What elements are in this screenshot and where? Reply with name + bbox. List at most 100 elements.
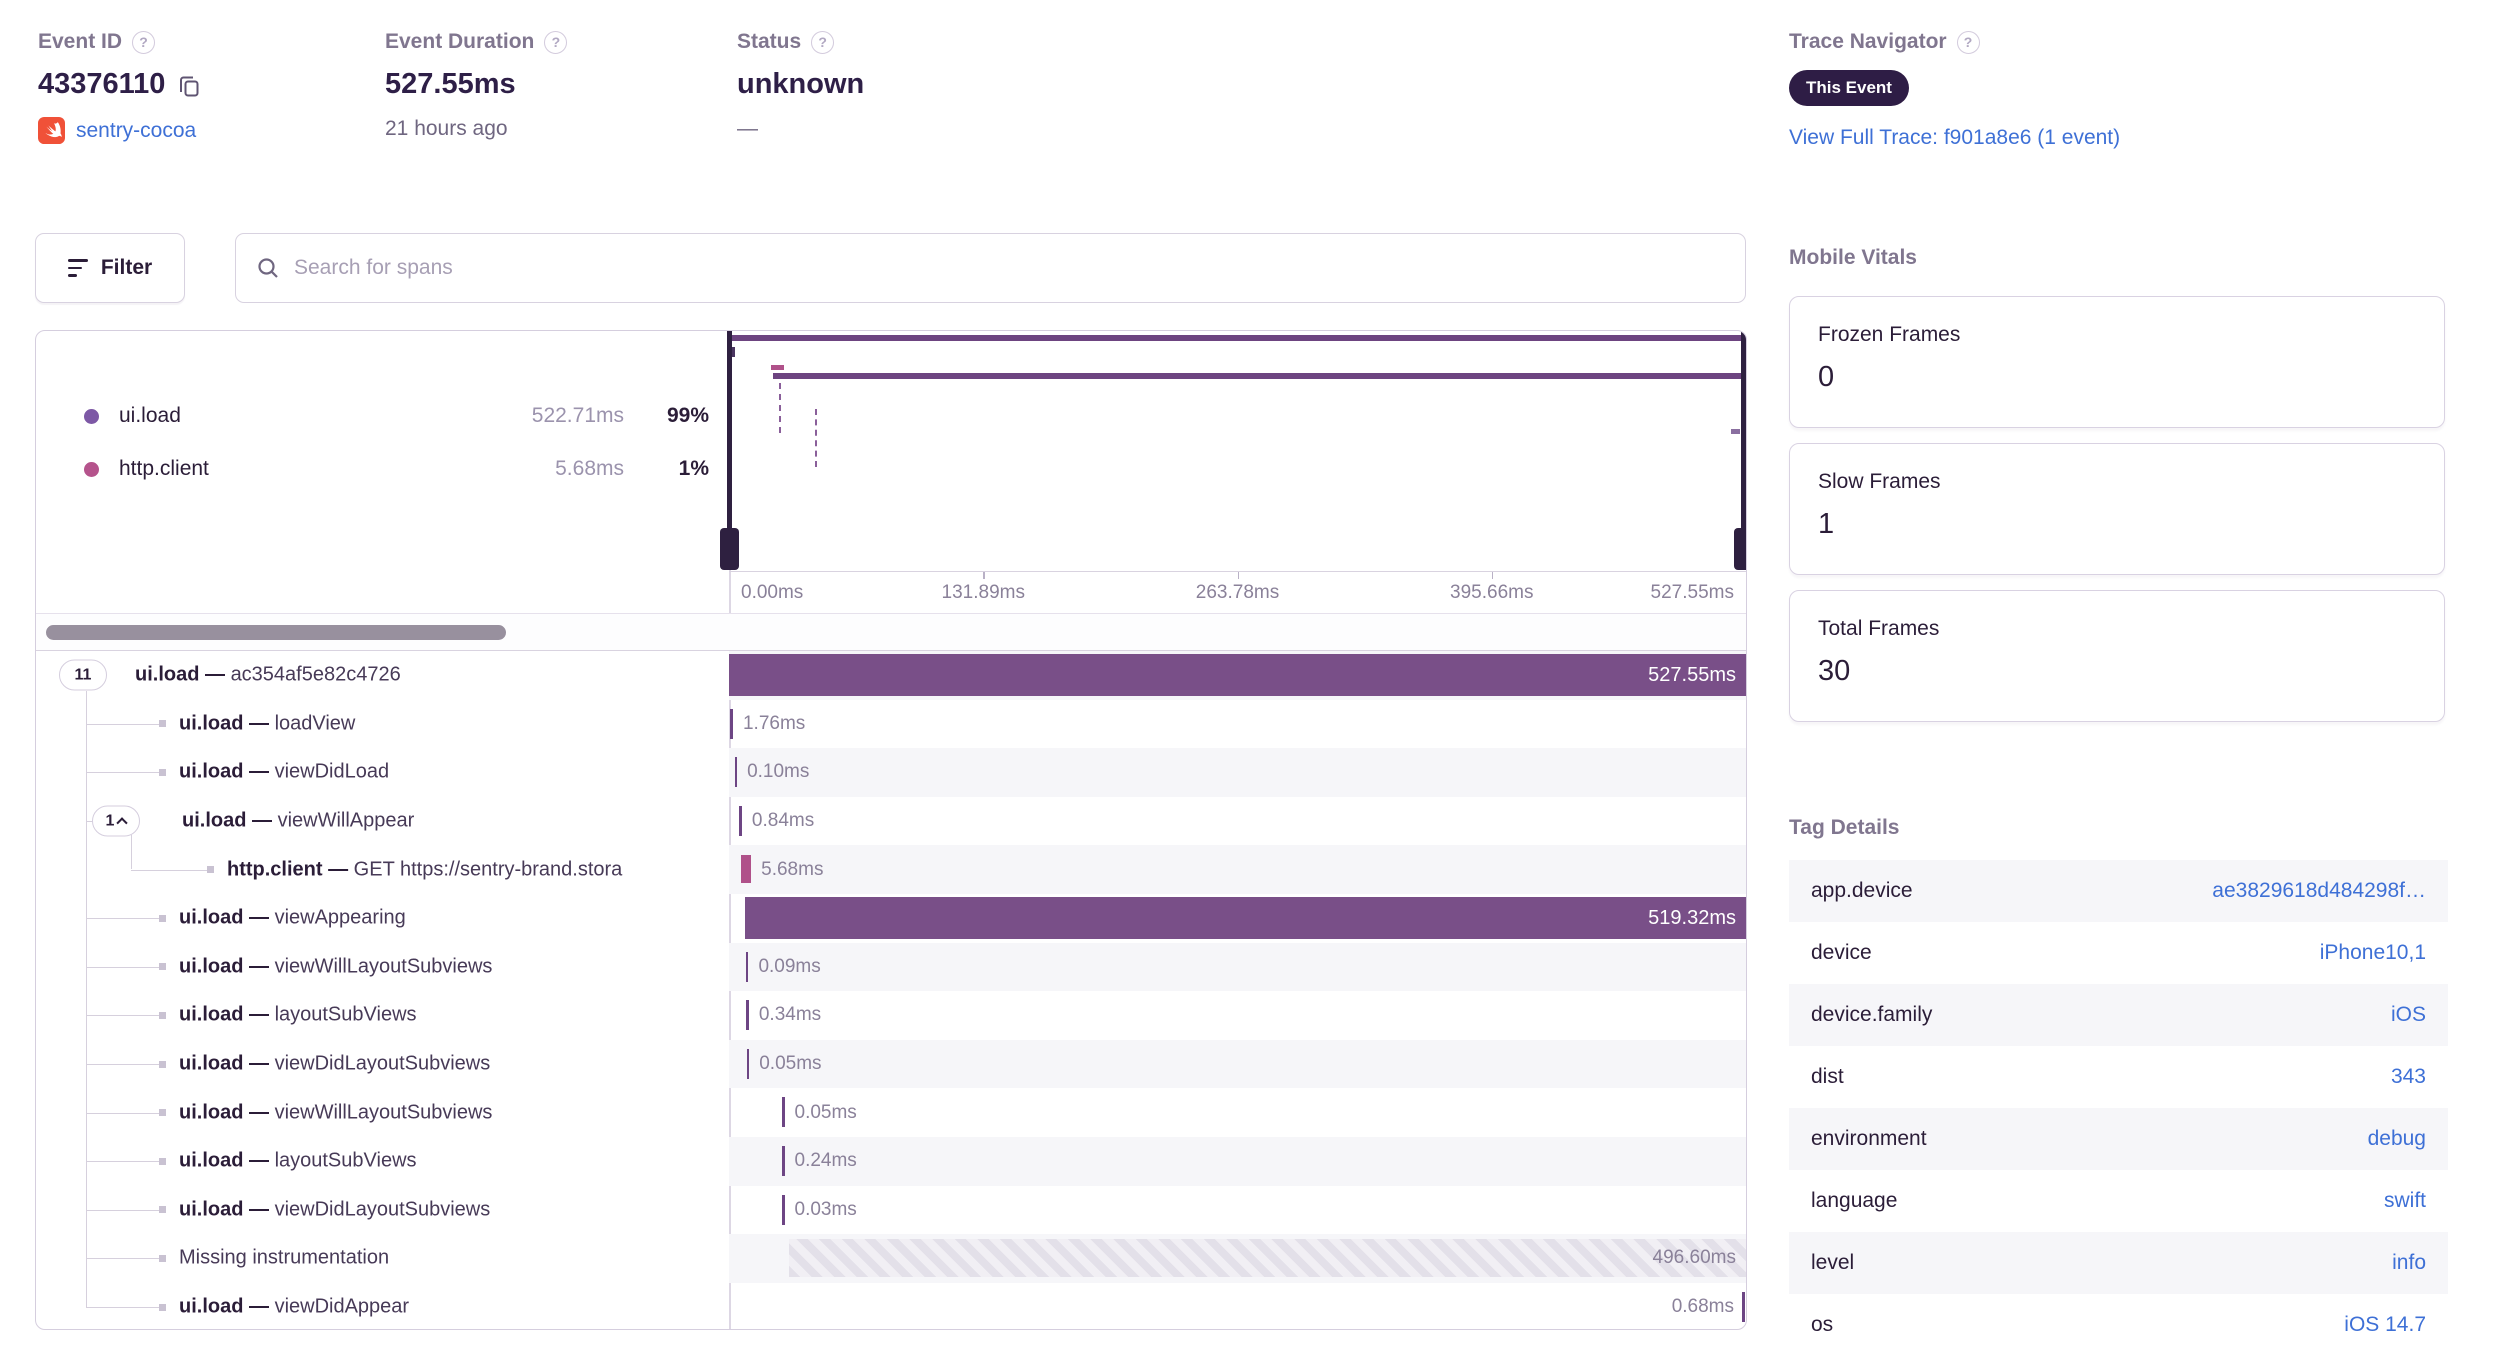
project-link[interactable]: sentry-cocoa — [76, 119, 196, 143]
tree-bullet — [159, 914, 166, 922]
time-axis: 0.00ms 131.89ms 263.78ms 395.66ms 527.55ms — [729, 571, 1746, 613]
help-icon[interactable]: ? — [544, 30, 568, 54]
span-row[interactable]: ui.load — viewWillLayoutSubviews 0.09ms — [36, 942, 1746, 992]
help-icon[interactable]: ? — [1956, 30, 1980, 54]
minimap-left-handle[interactable] — [720, 528, 739, 570]
tag-details-heading: Tag Details — [1789, 816, 1900, 839]
tree-connector — [86, 1209, 161, 1211]
span-duration-label: 0.09ms — [758, 955, 821, 977]
tag-value-link[interactable]: ae3829618d484298f… — [2212, 879, 2426, 903]
status-label: Status — [737, 30, 802, 53]
legend-row-ui.load: ui.load 522.71ms 99% — [84, 401, 709, 431]
minimap[interactable] — [720, 331, 1746, 571]
span-count-pill[interactable]: 1 — [92, 805, 140, 837]
horizontal-scroll-track[interactable] — [36, 613, 1746, 651]
span-duration-tick — [734, 757, 738, 788]
span-row[interactable]: http.client — GET https://sentry-brand.s… — [36, 845, 1746, 894]
minimap-mark — [1731, 429, 1740, 434]
search-input[interactable] — [294, 256, 1725, 280]
tag-value-link[interactable]: 343 — [2391, 1065, 2426, 1089]
tag-key: os — [1811, 1313, 1834, 1336]
span-duration-cell: 0.68ms — [729, 1283, 1746, 1329]
filter-button-label: Filter — [100, 256, 153, 279]
span-tree-cell: ui.load — layoutSubViews — [36, 1137, 729, 1186]
missing-instrumentation-bar[interactable]: 496.60ms — [788, 1239, 1746, 1278]
span-duration-label: 0.24ms — [794, 1150, 857, 1172]
help-icon[interactable]: ? — [811, 30, 835, 54]
span-tree-cell: ui.load — viewDidLayoutSubviews — [36, 1040, 729, 1089]
tag-value-link[interactable]: iPhone10,1 — [2320, 941, 2426, 965]
span-row[interactable]: ui.load — viewDidLayoutSubviews 0.03ms — [36, 1186, 1746, 1235]
span-row[interactable]: 1 ui.load — viewWillAppear 0.84ms — [36, 797, 1746, 846]
span-duration-bar[interactable]: 519.32ms — [744, 897, 1746, 939]
span-description: http.client — GET https://sentry-brand.s… — [227, 858, 623, 881]
legend-dot — [84, 408, 99, 424]
span-row[interactable]: ui.load — viewAppearing 519.32ms — [36, 894, 1746, 943]
span-count-pill[interactable]: 11 — [59, 659, 107, 691]
tag-value-link[interactable]: debug — [2368, 1127, 2426, 1151]
help-icon[interactable]: ? — [132, 30, 156, 54]
span-duration-tick — [746, 1048, 750, 1079]
axis-tick-label: 395.66ms — [1450, 582, 1534, 603]
span-tree-cell: ui.load — viewDidLoad — [36, 748, 729, 797]
axis-tick-label: 263.78ms — [1195, 582, 1280, 603]
event-id-value: 43376110 — [38, 68, 166, 100]
span-tree-cell: 1 ui.load — viewWillAppear — [36, 797, 729, 846]
horizontal-scroll-thumb[interactable] — [46, 625, 506, 640]
span-duration-tick — [729, 708, 733, 739]
span-row[interactable]: ui.load — viewDidAppear 0.68ms — [36, 1283, 1746, 1329]
span-row[interactable]: ui.load — layoutSubViews 0.24ms — [36, 1137, 1746, 1186]
tree-connector — [86, 1307, 161, 1309]
span-tree-cell: ui.load — viewAppearing — [36, 894, 729, 943]
span-duration-cell: 0.05ms — [729, 1088, 1746, 1137]
view-full-trace-link[interactable]: View Full Trace: f901a8e6 (1 event) — [1789, 126, 2120, 149]
span-duration-cell: 0.34ms — [729, 991, 1746, 1040]
vital-value: 0 — [1818, 361, 1835, 393]
status-value: unknown — [737, 68, 865, 100]
tree-bullet — [159, 768, 166, 776]
event-age: 21 hours ago — [385, 117, 508, 140]
span-row[interactable]: ui.load — viewDidLayoutSubviews 0.05ms — [36, 1039, 1746, 1089]
vital-value: 30 — [1818, 655, 1851, 687]
event-id-section: Event ID? 43376110 sentry-cocoa — [38, 30, 201, 144]
span-duration-tick — [1742, 1291, 1745, 1322]
span-duration-tick — [746, 1000, 749, 1031]
span-duration-label: 0.05ms — [759, 1053, 822, 1075]
span-row[interactable]: 11 ui.load — ac354af5e82c4726 527.55ms — [36, 651, 1746, 700]
chevron-up-icon — [116, 816, 129, 829]
span-row[interactable]: ui.load — layoutSubViews 0.34ms — [36, 991, 1746, 1040]
tag-row-dist: dist 343 — [1789, 1046, 2448, 1108]
span-tree-cell: Missing instrumentation — [36, 1234, 729, 1283]
span-description: ui.load — viewDidAppear — [179, 1295, 410, 1318]
tree-bullet — [159, 963, 166, 971]
tag-key: app.device — [1811, 879, 1913, 902]
span-duration-bar[interactable]: 527.55ms — [729, 654, 1746, 696]
span-row[interactable]: Missing instrumentation 496.60ms — [36, 1234, 1746, 1283]
span-row[interactable]: ui.load — viewDidLoad 0.10ms — [36, 748, 1746, 797]
span-description: ui.load — viewWillAppear — [182, 809, 415, 832]
span-description: ui.load — viewAppearing — [179, 906, 406, 929]
axis-tick-label: 131.89ms — [941, 582, 1025, 603]
tag-value-link[interactable]: info — [2392, 1251, 2426, 1275]
minimap-right-handle[interactable] — [1734, 528, 1746, 570]
tag-row-language: language swift — [1789, 1170, 2448, 1232]
span-row[interactable]: ui.load — viewWillLayoutSubviews 0.05ms — [36, 1088, 1746, 1137]
legend-row-http.client: http.client 5.68ms 1% — [84, 454, 709, 484]
span-duration-label: 0.10ms — [747, 761, 810, 783]
filter-button[interactable]: Filter — [35, 233, 185, 303]
span-duration-cell: 527.55ms — [729, 651, 1746, 700]
span-row[interactable]: ui.load — loadView 1.76ms — [36, 700, 1746, 749]
tree-subtrunk — [131, 834, 132, 870]
span-tree-cell: http.client — GET https://sentry-brand.s… — [36, 845, 729, 894]
tag-value-link[interactable]: iOS — [2391, 1003, 2426, 1027]
copy-icon[interactable] — [177, 73, 201, 97]
span-tree-cell: ui.load — viewWillLayoutSubviews — [36, 1088, 729, 1137]
tag-value-link[interactable]: iOS 14.7 — [2344, 1313, 2426, 1337]
vital-label: Slow Frames — [1818, 470, 1941, 493]
tag-value-link[interactable]: swift — [2384, 1189, 2426, 1213]
tag-row-level: level info — [1789, 1232, 2448, 1294]
filter-icon — [67, 259, 88, 277]
trace-navigator-label: Trace Navigator — [1789, 30, 1947, 53]
span-duration-tick — [782, 1146, 785, 1176]
span-tree-cell: ui.load — viewDidAppear — [36, 1283, 729, 1329]
